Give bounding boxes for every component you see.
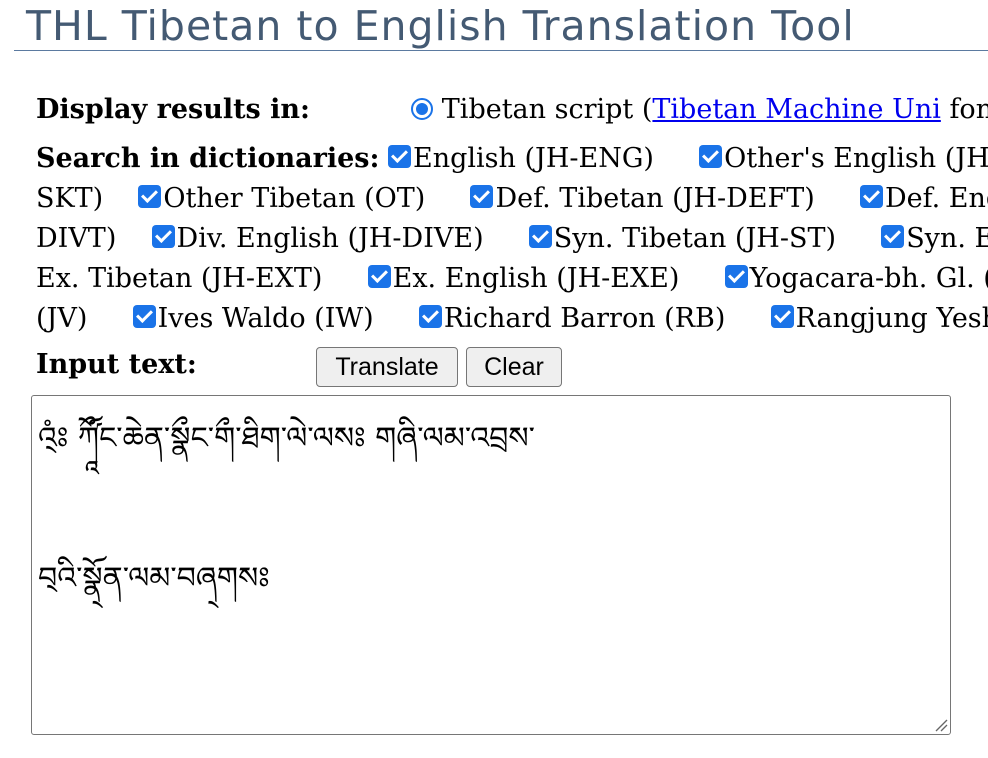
dict-jh-exe-label: Ex. English (JH-EXE) [392,263,680,294]
dict-rb-label: Richard Barron (RB) [443,303,726,334]
dict-jh-exe-checkbox[interactable] [367,265,391,288]
display-results-label: Display results in: [36,94,311,125]
dict-jh-oe-label: Other's English (JH-OE [724,143,988,174]
dictionaries-row-1: Search in dictionaries: English (JH-ENG)… [36,139,988,179]
dict-jh-se-label: Syn. E [906,223,988,254]
input-text-content: འ྄ཾཿ ཀཱྀོ༹ང་ཆེན་སྣྀང་གྀ་ཐིག་ལེ་ལསཿ གཞི་ལ… [38,421,535,596]
dictionaries-label: Search in dictionaries: [36,143,380,174]
translate-button[interactable]: Translate [316,347,458,387]
tibetan-script-option-prefix: Tibetan script ( [441,94,653,125]
dict-jh-eng-checkbox[interactable] [388,145,412,168]
dict-divt-label: DIVT) [36,223,117,254]
tibetan-machine-uni-link[interactable]: Tibetan Machine Uni [652,94,940,125]
tibetan-script-option-suffix: font) [949,94,988,125]
dict-jh-st-label: Syn. Tibetan (JH-ST) [553,223,836,254]
dict-jh-dive-checkbox[interactable] [151,225,175,248]
dictionaries-row-3: DIVT) Div. English (JH-DIVE) Syn. Tibeta… [36,219,988,259]
dict-jh-oe-checkbox[interactable] [699,145,723,168]
dictionaries-row-5: (JV) Ives Waldo (IW) Richard Barron (RB)… [36,299,988,339]
display-results-row: Display results in: Tibetan script (Tibe… [36,90,988,130]
dict-rb-checkbox[interactable] [418,305,442,328]
dict-jh-st-checkbox[interactable] [528,225,552,248]
input-textarea[interactable]: འ྄ཾཿ ཀཱྀོ༹ང་ཆེན་སྣྀང་གྀ་ཐིག་ལེ་ལསཿ གཞི་ལ… [31,395,951,735]
dict-iw-label: Ives Waldo (IW) [157,303,374,334]
dict-ry-label: Rangjung Yeshe ( [795,303,988,334]
clear-button[interactable]: Clear [466,347,562,387]
dict-jh-ext-label: Ex. Tibetan (JH-EXT) [36,263,323,294]
dict-jh-deft-checkbox[interactable] [470,185,494,208]
dict-jh-dive-label: Div. English (JH-DIVE) [176,223,484,254]
input-text-label: Input text: [36,349,197,380]
tibetan-script-radio[interactable] [411,98,434,120]
dict-jh-se-checkbox[interactable] [881,225,905,248]
dict-yogacara-checkbox[interactable] [724,265,748,288]
dictionaries-row-4: Ex. Tibetan (JH-EXT) Ex. English (JH-EXE… [36,259,988,299]
dict-iw-checkbox[interactable] [132,305,156,328]
dict-jh-deft-label: Def. Tibetan (JH-DEFT) [495,183,815,214]
dict-ot-checkbox[interactable] [138,185,162,208]
dict-skt-label: SKT) [36,183,104,214]
dict-jh-defe-checkbox[interactable] [859,185,883,208]
dict-jv-label: (JV) [36,303,88,334]
dict-ry-checkbox[interactable] [770,305,794,328]
title-divider [14,50,988,51]
resize-grip-icon[interactable] [934,718,948,732]
dict-jh-eng-label: English (JH-ENG) [413,143,654,174]
dict-jh-defe-label: Def. Engl [884,183,988,214]
page-title: THL Tibetan to English Translation Tool [26,2,855,50]
dict-ot-label: Other Tibetan (OT) [163,183,426,214]
dictionaries-row-2: SKT) Other Tibetan (OT) Def. Tibetan (JH… [36,179,988,219]
dict-yogacara-label: Yogacara-bh. Gl. (Y [749,263,988,294]
